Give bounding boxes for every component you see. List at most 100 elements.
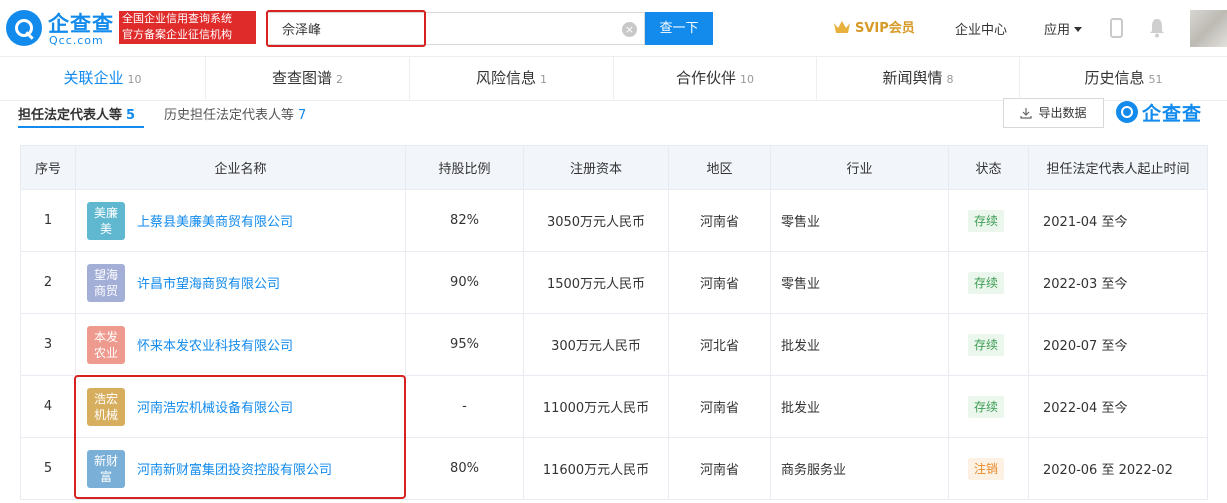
row-number: 5 [20, 437, 76, 500]
share-ratio: - [405, 375, 524, 438]
status-cell: 存续 [948, 313, 1029, 376]
subtab-history-legal-rep[interactable]: 历史担任法定代表人等 7 [164, 104, 306, 123]
tab-news[interactable]: 新闻舆情 8 [817, 57, 1020, 101]
table-row[interactable]: 1 美廉美 上蔡县美廉美商贸有限公司 82% 3050万元人民币 河南省 零售业 存续 2021… [20, 189, 1208, 252]
tab-count: 1 [540, 73, 547, 86]
subtab-count: 5 [126, 108, 136, 123]
tab-count: 8 [946, 73, 954, 86]
tab-label: 风险信息 [475, 69, 536, 87]
share-ratio: 90% [405, 251, 524, 314]
row-number: 3 [20, 313, 76, 376]
column-header: 企业名称 [75, 145, 406, 190]
company-cell: 望海商贸 许昌市望海商贸有限公司 [75, 251, 406, 314]
company-logo-icon[interactable]: 新财富 [87, 449, 125, 488]
official-badge-line1: 全国企业信用查询系统 [122, 12, 232, 25]
phone-icon[interactable] [1110, 18, 1123, 38]
search-bar: × 查一下 [266, 10, 713, 47]
enterprise-center-link[interactable]: 企业中心 [955, 19, 1007, 38]
tenure-period: 2021-04 至今 [1028, 189, 1208, 252]
registered-capital: 300万元人民币 [523, 313, 669, 376]
table-row[interactable]: 3 本发农业 怀来本发农业科技有限公司 95% 300万元人民币 河北省 批发业 存续 2020… [20, 313, 1208, 376]
status-badge: 存续 [968, 395, 1005, 418]
table-header-row: 序号 企业名称 持股比例 注册资本 地区 行业 状态 担任法定代表人起止时间 [20, 145, 1208, 190]
company-name-link[interactable]: 怀来本发农业科技有限公司 [137, 335, 293, 354]
company-cell: 美廉美 上蔡县美廉美商贸有限公司 [75, 189, 406, 252]
company-name-link[interactable]: 上蔡县美廉美商贸有限公司 [137, 211, 293, 230]
subtab-current-legal-rep[interactable]: 担任法定代表人等 5 [18, 104, 135, 123]
column-header: 地区 [668, 145, 771, 190]
table-row[interactable]: 4 浩宏机械 河南浩宏机械设备有限公司 -11000万元人民币 河南省 批发业 存续 2022… [20, 375, 1208, 438]
subtab-label: 担任法定代表人等 [18, 108, 123, 123]
registered-capital: 11600万元人民币 [523, 437, 669, 500]
download-icon [1020, 108, 1033, 119]
column-header: 担任法定代表人起止时间 [1028, 145, 1208, 190]
bell-icon[interactable] [1149, 18, 1165, 38]
column-header: 持股比例 [405, 145, 524, 190]
magnifier-logo-icon [1116, 101, 1138, 123]
tab-history[interactable]: 历史信息 51 [1020, 57, 1227, 101]
table-row[interactable]: 5 新财富 河南新财富集团投资控股有限公司 80% 11600万元人民币 河南省 商务服务业… [20, 437, 1208, 500]
svip-link[interactable]: SVIP会员 [833, 17, 915, 39]
registered-capital: 3050万元人民币 [523, 189, 669, 252]
export-data-button[interactable]: 导出数据 [1003, 98, 1104, 128]
apps-menu[interactable]: 应用 [1044, 19, 1083, 38]
status-cell: 存续 [948, 375, 1029, 438]
status-cell: 存续 [948, 251, 1029, 314]
company-cell: 本发农业 怀来本发农业科技有限公司 [75, 313, 406, 376]
company-cell: 新财富 河南新财富集团投资控股有限公司 [75, 437, 406, 500]
industry: 零售业 [770, 251, 949, 314]
share-ratio: 82% [405, 189, 524, 252]
region: 河南省 [668, 251, 771, 314]
tab-label: 合作伙伴 [675, 69, 736, 87]
official-badge-line2: 官方备案企业征信机构 [122, 28, 232, 41]
crown-icon [834, 21, 850, 33]
tab-risk[interactable]: 风险信息 1 [410, 57, 614, 101]
tab-graph[interactable]: 查查图谱 2 [206, 57, 410, 101]
company-logo-icon[interactable]: 望海商贸 [87, 263, 125, 302]
logo-domain: Qcc.com [49, 34, 104, 47]
subtab-label: 历史担任法定代表人等 [164, 108, 295, 123]
company-logo-icon[interactable]: 浩宏机械 [87, 387, 125, 426]
company-logo-icon[interactable]: 美廉美 [87, 201, 125, 240]
status-cell: 注销 [948, 437, 1029, 500]
region: 河南省 [668, 189, 771, 252]
clear-icon[interactable]: × [622, 22, 637, 37]
status-badge: 存续 [968, 333, 1005, 356]
official-badge: 全国企业信用查询系统 官方备案企业征信机构 [119, 11, 256, 44]
tab-partners[interactable]: 合作伙伴 10 [614, 57, 817, 101]
section-tabs: 关联企业 10 查查图谱 2 风险信息 1 合作伙伴 10 新闻舆情 8 历史信息 51 [0, 57, 1227, 101]
export-label: 导出数据 [1038, 106, 1087, 120]
tab-related-companies[interactable]: 关联企业 10 [0, 57, 206, 101]
status-cell: 存续 [948, 189, 1029, 252]
row-number: 1 [20, 189, 76, 252]
tab-label: 关联企业 [63, 69, 124, 87]
tenure-period: 2020-07 至今 [1028, 313, 1208, 376]
company-name-link[interactable]: 河南新财富集团投资控股有限公司 [137, 459, 332, 478]
row-number: 2 [20, 251, 76, 314]
status-badge: 存续 [968, 209, 1005, 232]
region: 河南省 [668, 437, 771, 500]
svip-label: SVIP会员 [855, 21, 915, 36]
region: 河南省 [668, 375, 771, 438]
avatar[interactable] [1190, 10, 1227, 47]
column-header: 序号 [20, 145, 76, 190]
tab-count: 51 [1148, 73, 1163, 86]
industry: 商务服务业 [770, 437, 949, 500]
company-name-link[interactable]: 许昌市望海商贸有限公司 [137, 273, 280, 292]
tab-label: 查查图谱 [271, 69, 332, 87]
company-name-link[interactable]: 河南浩宏机械设备有限公司 [137, 397, 293, 416]
qcc-logo[interactable]: 企查查 Qcc.com [6, 7, 116, 49]
status-badge: 存续 [968, 271, 1005, 294]
subtab-count: 7 [298, 108, 307, 123]
registered-capital: 1500万元人民币 [523, 251, 669, 314]
table-row[interactable]: 2 望海商贸 许昌市望海商贸有限公司 90% 1500万元人民币 河南省 零售业 存续 2022… [20, 251, 1208, 314]
industry: 批发业 [770, 375, 949, 438]
tab-count: 2 [336, 73, 343, 86]
region: 河北省 [668, 313, 771, 376]
search-button[interactable]: 查一下 [645, 12, 713, 45]
tenure-period: 2022-03 至今 [1028, 251, 1208, 314]
tenure-period: 2020-06 至 2022-02 [1028, 437, 1208, 500]
status-badge: 注销 [968, 457, 1005, 480]
company-logo-icon[interactable]: 本发农业 [87, 325, 125, 364]
subtab-active-indicator [18, 126, 144, 128]
